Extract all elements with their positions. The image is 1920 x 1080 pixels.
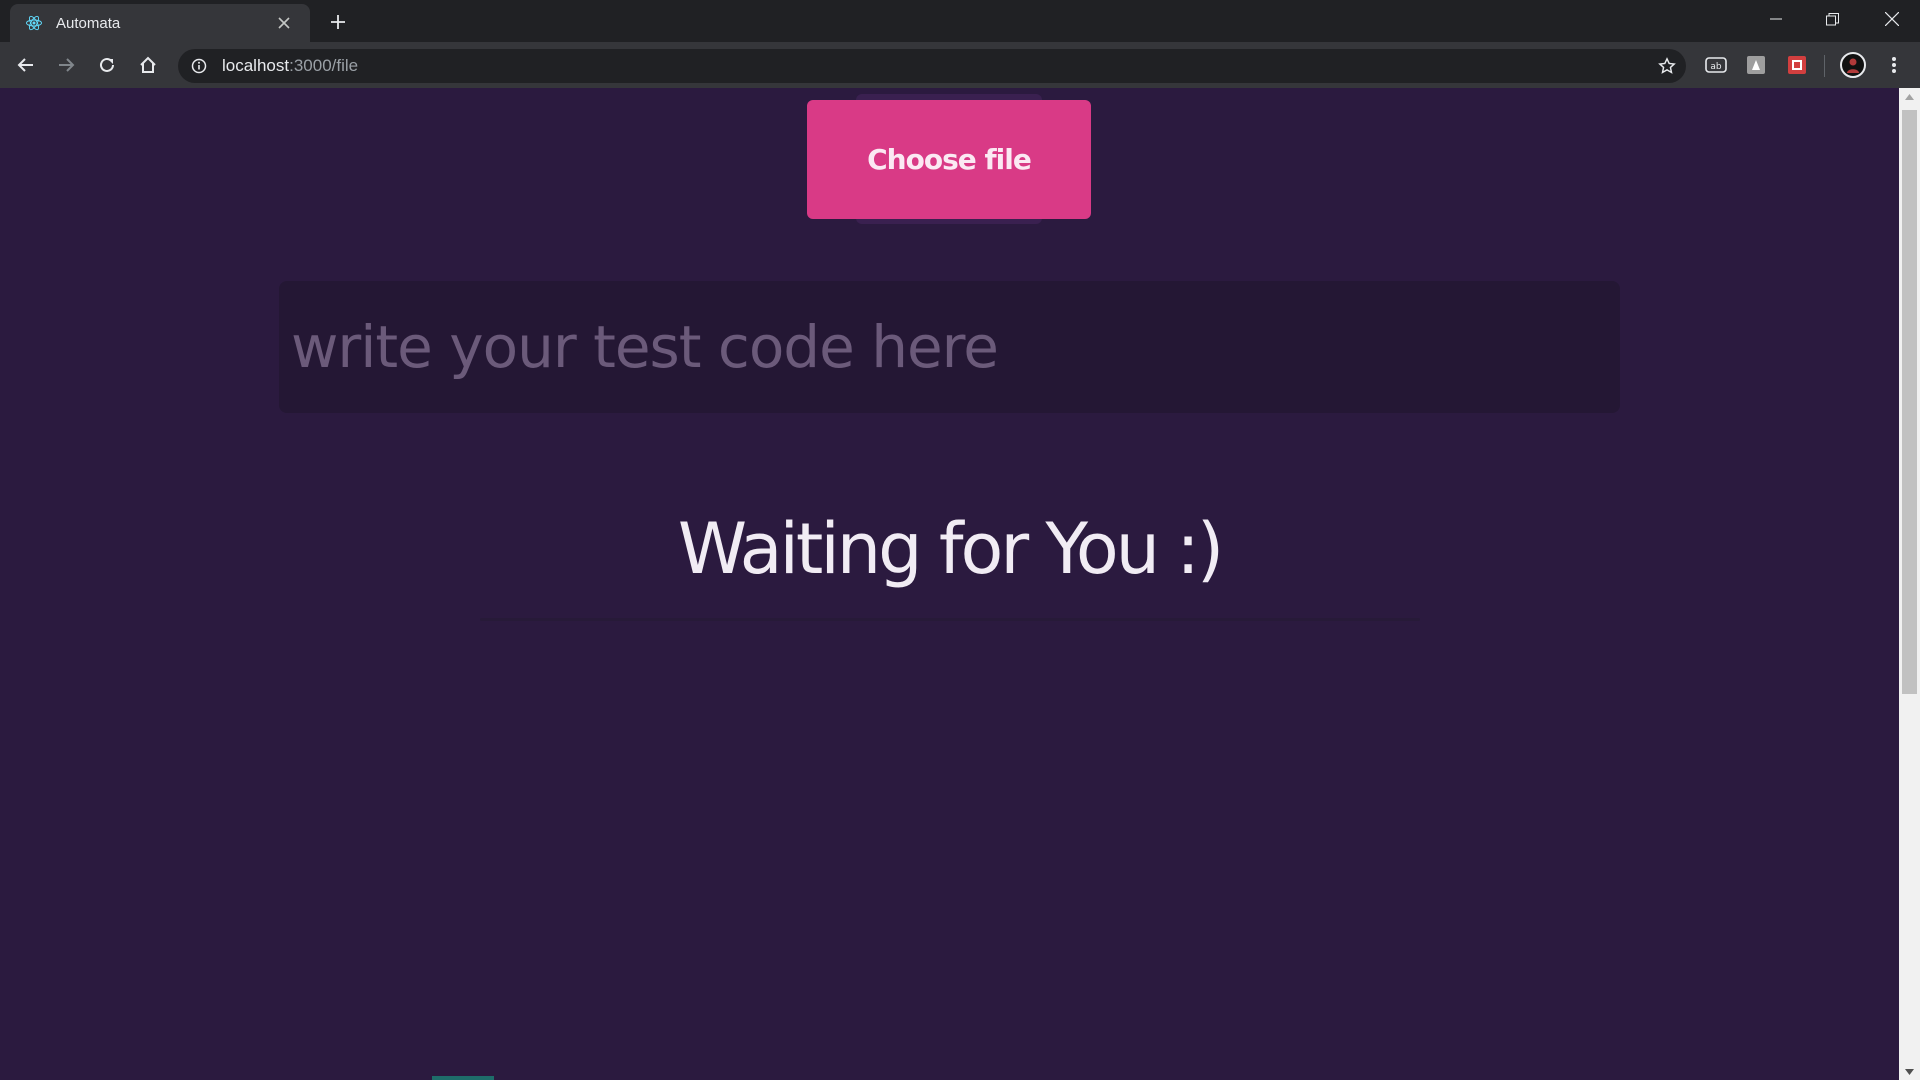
- tab-strip: Automata: [0, 0, 1920, 42]
- tab-title: Automata: [56, 14, 121, 32]
- toolbar-divider: [1824, 55, 1825, 77]
- test-code-input[interactable]: [279, 281, 1620, 413]
- back-arrow-icon[interactable]: [10, 49, 42, 81]
- window-close-button[interactable]: [1864, 0, 1920, 38]
- url-path: :3000/file: [289, 56, 359, 75]
- restore-button[interactable]: [1804, 0, 1860, 38]
- minimize-button[interactable]: [1748, 0, 1804, 38]
- info-icon[interactable]: [190, 57, 208, 75]
- bottom-indicator: [432, 1076, 494, 1080]
- close-icon[interactable]: [272, 11, 296, 35]
- star-icon[interactable]: [1656, 55, 1678, 77]
- new-tab-button[interactable]: [324, 8, 352, 36]
- scroll-up-arrow-icon[interactable]: [1899, 88, 1920, 105]
- status-divider: [480, 618, 1420, 621]
- forward-arrow-icon[interactable]: [50, 49, 82, 81]
- browser-toolbar: localhost:3000/file ab: [0, 42, 1920, 88]
- react-icon: [24, 13, 44, 33]
- choose-file-button[interactable]: Choose file: [807, 100, 1091, 219]
- address-bar[interactable]: localhost:3000/file: [178, 49, 1686, 83]
- scrollbar-thumb[interactable]: [1902, 110, 1917, 694]
- browser-tab[interactable]: Automata: [10, 4, 310, 42]
- extension-icon[interactable]: [1744, 53, 1768, 77]
- vertical-scrollbar[interactable]: [1899, 88, 1920, 1080]
- avatar[interactable]: [1840, 52, 1866, 78]
- translate-icon[interactable]: ab: [1704, 53, 1728, 77]
- kebab-menu-icon[interactable]: [1880, 51, 1908, 79]
- status-message: Waiting for You :): [677, 508, 1224, 590]
- puzzle-extension-icon[interactable]: [1785, 53, 1809, 77]
- home-icon[interactable]: [132, 49, 164, 81]
- url-host: localhost: [222, 56, 290, 75]
- svg-text:ab: ab: [1710, 62, 1722, 72]
- scroll-down-arrow-icon[interactable]: [1899, 1063, 1920, 1080]
- url-text: localhost:3000/file: [222, 56, 358, 76]
- reload-icon[interactable]: [91, 49, 123, 81]
- page-content: Choose file Waiting for You :): [0, 88, 1899, 1080]
